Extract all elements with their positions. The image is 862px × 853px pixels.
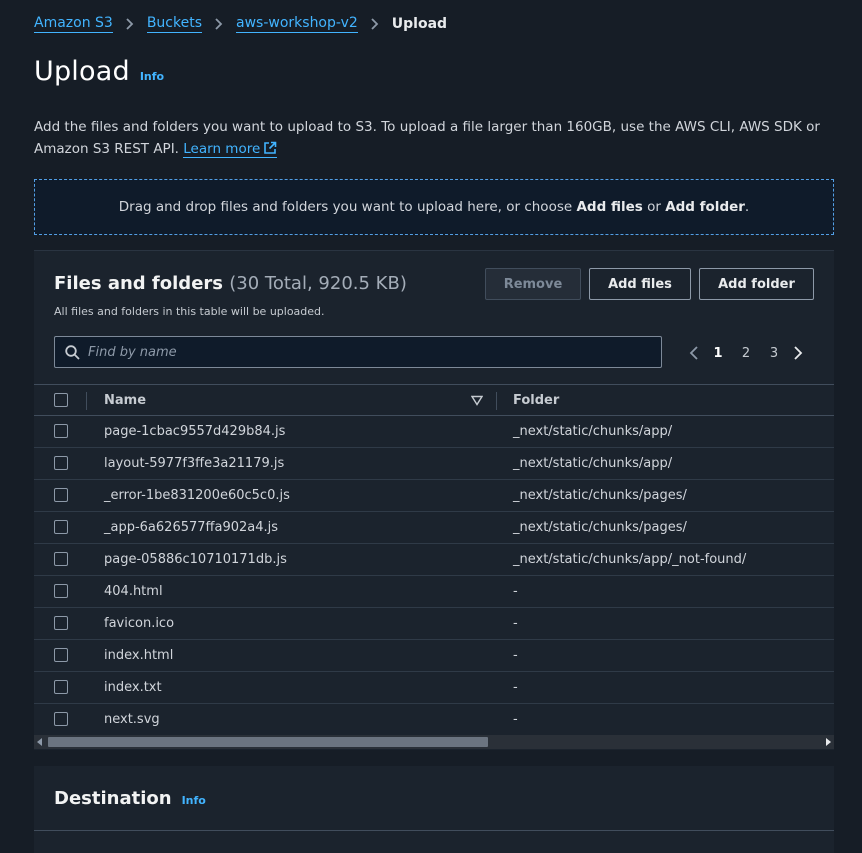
file-name: page-05886c10710171db.js xyxy=(104,552,287,567)
page-3[interactable]: 3 xyxy=(760,346,788,361)
row-checkbox[interactable] xyxy=(54,680,68,694)
destination-panel: Destination Info xyxy=(34,766,834,853)
next-page-icon[interactable] xyxy=(788,343,808,363)
panel-title-text: Files and folders xyxy=(54,273,223,294)
file-name: _error-1be831200e60c5c0.js xyxy=(104,488,290,503)
add-folder-button[interactable]: Add folder xyxy=(699,268,814,300)
destination-title: Destination xyxy=(54,788,172,809)
chevron-right-icon xyxy=(370,18,380,30)
remove-button[interactable]: Remove xyxy=(485,268,581,300)
info-link[interactable]: Info xyxy=(140,70,164,83)
scroll-left-icon[interactable] xyxy=(37,738,43,746)
breadcrumb-current: Upload xyxy=(391,16,448,32)
breadcrumb-amazon-s3[interactable]: Amazon S3 xyxy=(34,15,113,33)
file-name: favicon.ico xyxy=(104,616,175,631)
description-text: Add the files and folders you want to up… xyxy=(34,119,820,157)
scroll-right-icon[interactable] xyxy=(825,738,831,746)
file-name: index.txt xyxy=(104,680,162,695)
table-row[interactable]: page-05886c10710171db.js _next/static/chu… xyxy=(34,544,834,576)
select-all-checkbox[interactable] xyxy=(54,393,68,407)
folder-path: _next/static/chunks/app/_not-found/ xyxy=(513,552,747,567)
dropzone-or: or xyxy=(647,199,661,215)
chevron-right-icon xyxy=(214,18,224,30)
folder-path: - xyxy=(513,648,518,663)
row-checkbox[interactable] xyxy=(54,456,68,470)
column-header-name[interactable]: Name xyxy=(104,393,146,408)
row-checkbox[interactable] xyxy=(54,488,68,502)
folder-path: _next/static/chunks/app/ xyxy=(513,424,673,439)
folder-path: - xyxy=(513,616,518,631)
file-name: next.svg xyxy=(104,712,160,727)
row-checkbox[interactable] xyxy=(54,616,68,630)
scrollbar-thumb[interactable] xyxy=(48,737,488,747)
column-divider xyxy=(496,392,497,410)
search-icon xyxy=(65,344,80,360)
row-checkbox[interactable] xyxy=(54,520,68,534)
file-name: 404.html xyxy=(104,584,163,599)
previous-page-icon[interactable] xyxy=(684,343,704,363)
table-row[interactable]: index.txt - xyxy=(34,672,834,704)
file-name: index.html xyxy=(104,648,174,663)
file-name: page-1cbac9557d429b84.js xyxy=(104,424,286,439)
table-row[interactable]: favicon.ico - xyxy=(34,608,834,640)
folder-path: - xyxy=(513,712,518,727)
page-header: Upload Info xyxy=(34,56,164,87)
pagination: 1 2 3 xyxy=(684,343,808,363)
dropzone-suffix: . xyxy=(744,199,750,215)
search-field[interactable] xyxy=(54,336,662,368)
horizontal-scrollbar[interactable] xyxy=(34,735,834,749)
row-checkbox[interactable] xyxy=(54,648,68,662)
destination-header: Destination Info xyxy=(54,788,206,809)
dropzone-text: Drag and drop files and folders you want… xyxy=(118,199,573,215)
learn-more-label: Learn more xyxy=(183,141,261,157)
chevron-right-icon xyxy=(125,18,135,30)
table-row[interactable]: _app-6a626577ffa902a4.js _next/static/chu… xyxy=(34,512,834,544)
search-input[interactable] xyxy=(88,344,661,360)
column-header-folder[interactable]: Folder xyxy=(513,393,559,408)
page-title: Upload xyxy=(34,56,130,87)
dropzone-add-folder: Add folder xyxy=(665,199,745,215)
folder-path: _next/static/chunks/pages/ xyxy=(513,488,687,503)
breadcrumb-buckets[interactable]: Buckets xyxy=(146,15,203,33)
file-count: (30 Total, 920.5 KB) xyxy=(229,273,407,294)
divider xyxy=(34,830,834,831)
folder-path: - xyxy=(513,680,518,695)
table-row[interactable]: page-1cbac9557d429b84.js _next/static/chu… xyxy=(34,416,834,448)
table-row[interactable]: index.html - xyxy=(34,640,834,672)
dropzone-add-files: Add files xyxy=(576,199,643,215)
file-name: _app-6a626577ffa902a4.js xyxy=(104,520,279,535)
panel-title: Files and folders (30 Total, 920.5 KB) xyxy=(54,273,407,294)
row-checkbox[interactable] xyxy=(54,584,68,598)
folder-path: - xyxy=(513,584,518,599)
page-2[interactable]: 2 xyxy=(732,346,760,361)
table-header: Name Folder xyxy=(34,384,834,416)
page-description: Add the files and folders you want to up… xyxy=(34,116,834,160)
folder-path: _next/static/chunks/pages/ xyxy=(513,520,687,535)
table-row[interactable]: layout-5977f3ffe3a21179.js _next/static/c… xyxy=(34,448,834,480)
table-row[interactable]: 404.html - xyxy=(34,576,834,608)
learn-more-link[interactable]: Learn more xyxy=(183,141,278,158)
breadcrumb: Amazon S3 Buckets aws-workshop-v2 Upload xyxy=(34,14,447,34)
upload-dropzone[interactable]: Drag and drop files and folders you want… xyxy=(34,179,834,235)
row-checkbox[interactable] xyxy=(54,552,68,566)
files-and-folders-panel: Files and folders (30 Total, 920.5 KB) A… xyxy=(34,250,834,750)
add-files-button[interactable]: Add files xyxy=(589,268,691,300)
table-row[interactable]: next.svg - xyxy=(34,704,834,736)
table-row[interactable]: _error-1be831200e60c5c0.js _next/static/c… xyxy=(34,480,834,512)
files-table: Name Folder page-1cbac9557d429b84.js _nex… xyxy=(34,384,834,736)
table-body: page-1cbac9557d429b84.js _next/static/chu… xyxy=(34,416,834,736)
folder-path: _next/static/chunks/app/ xyxy=(513,456,673,471)
page-1[interactable]: 1 xyxy=(704,346,732,361)
destination-info-link[interactable]: Info xyxy=(182,794,206,807)
panel-subtitle: All files and folders in this table will… xyxy=(54,305,325,318)
row-checkbox[interactable] xyxy=(54,424,68,438)
external-link-icon xyxy=(264,141,277,154)
column-divider xyxy=(86,392,87,410)
breadcrumb-bucket-name[interactable]: aws-workshop-v2 xyxy=(236,15,358,33)
sort-descending-icon[interactable] xyxy=(471,395,483,406)
file-name: layout-5977f3ffe3a21179.js xyxy=(104,456,285,471)
row-checkbox[interactable] xyxy=(54,712,68,726)
